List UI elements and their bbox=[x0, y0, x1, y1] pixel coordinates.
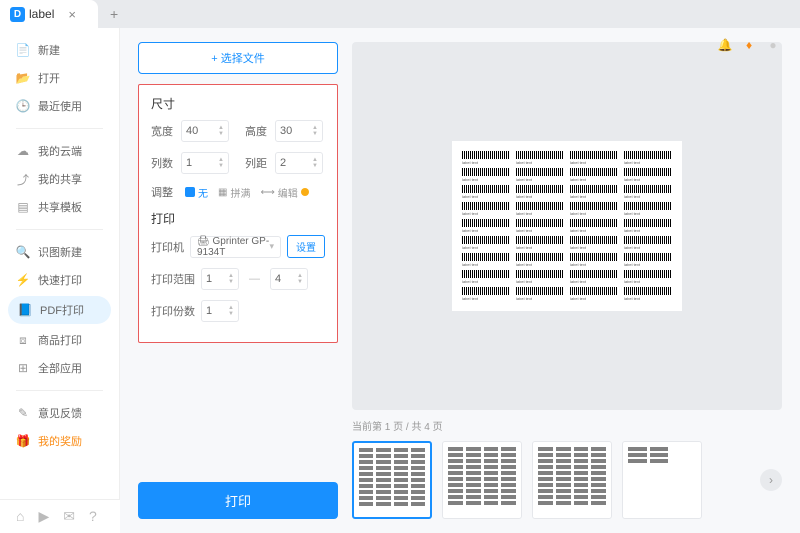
sidebar-item-recent[interactable]: 🕒最近使用 bbox=[0, 92, 119, 120]
copies-input[interactable]: 1▲▼ bbox=[201, 300, 239, 322]
select-file-button[interactable]: + 选择文件 bbox=[138, 42, 338, 74]
sidebar-item-templates[interactable]: ▤共享模板 bbox=[0, 193, 119, 221]
sidebar-item-scan-new[interactable]: 🔍识图新建 bbox=[0, 238, 119, 266]
print-button[interactable]: 打印 bbox=[138, 482, 338, 519]
width-label: 宽度 bbox=[151, 123, 175, 139]
thumbnail-4[interactable] bbox=[622, 441, 702, 519]
video-icon[interactable]: ▶ bbox=[38, 508, 49, 525]
preview-page: label textlabel textlabel textlabel text… bbox=[452, 141, 682, 311]
app-logo-icon: D bbox=[10, 7, 25, 22]
spinner-arrows-icon[interactable]: ▲▼ bbox=[228, 305, 234, 317]
range-from-input[interactable]: 1▲▼ bbox=[201, 268, 239, 290]
print-preview: label textlabel textlabel textlabel text… bbox=[352, 42, 782, 410]
gift-icon: 🎁 bbox=[16, 434, 30, 448]
thumbnail-2[interactable] bbox=[442, 441, 522, 519]
feedback-icon: ✎ bbox=[16, 406, 30, 420]
spinner-arrows-icon[interactable]: ▲▼ bbox=[218, 125, 224, 137]
sidebar: 📄新建 📂打开 🕒最近使用 ☁我的云端 ⤴我的共享 ▤共享模板 🔍识图新建 ⚡快… bbox=[0, 28, 120, 533]
home-icon[interactable]: ⌂ bbox=[16, 508, 24, 525]
checkbox-on-icon bbox=[185, 187, 195, 197]
thumbnail-1[interactable] bbox=[352, 441, 432, 519]
range-to-input[interactable]: 4▲▼ bbox=[270, 268, 308, 290]
clock-icon: 🕒 bbox=[16, 99, 30, 113]
fill-icon: ▦ bbox=[218, 187, 227, 198]
adjust-edit-option[interactable]: ⟷编辑 bbox=[260, 185, 308, 200]
range-dash: — bbox=[245, 273, 264, 285]
sidebar-item-rewards[interactable]: 🎁我的奖励 bbox=[0, 427, 119, 455]
copies-label: 打印份数 bbox=[151, 303, 195, 319]
hint-badge-icon bbox=[301, 188, 309, 196]
adjust-label: 调整 bbox=[151, 184, 175, 200]
printer-icon: 🖨 bbox=[197, 236, 210, 247]
settings-panel: 尺寸 宽度 40▲▼ 高度 30▲▼ 列数 1▲▼ 列距 2▲▼ 调整 无 ▦拼… bbox=[138, 84, 338, 343]
printer-label: 打印机 bbox=[151, 239, 184, 255]
spinner-arrows-icon[interactable]: ▲▼ bbox=[228, 273, 234, 285]
left-panel: + 选择文件 尺寸 宽度 40▲▼ 高度 30▲▼ 列数 1▲▼ 列距 2▲▼ … bbox=[138, 42, 338, 519]
app-name: label bbox=[29, 7, 54, 21]
spinner-arrows-icon[interactable]: ▲▼ bbox=[218, 157, 224, 169]
thumbnail-3[interactable] bbox=[532, 441, 612, 519]
bell-icon[interactable]: 🔔 bbox=[718, 38, 732, 52]
gap-label: 列距 bbox=[245, 155, 269, 171]
bottom-bar: ⌂ ▶ ✉ ? bbox=[0, 499, 120, 533]
page-thumbnails: › bbox=[352, 441, 782, 519]
spinner-arrows-icon[interactable]: ▲▼ bbox=[312, 157, 318, 169]
height-label: 高度 bbox=[245, 123, 269, 139]
spinner-arrows-icon[interactable]: ▲▼ bbox=[312, 125, 318, 137]
sidebar-item-feedback[interactable]: ✎意见反馈 bbox=[0, 399, 119, 427]
printer-settings-button[interactable]: 设置 bbox=[287, 235, 325, 258]
chevron-right-icon: › bbox=[769, 473, 773, 487]
sidebar-item-share[interactable]: ⤴我的共享 bbox=[0, 165, 119, 193]
range-label: 打印范围 bbox=[151, 271, 195, 287]
printer-select[interactable]: 🖨 Gprinter GP-9134T▾ bbox=[190, 236, 281, 258]
spinner-arrows-icon[interactable]: ▲▼ bbox=[297, 273, 303, 285]
folder-open-icon: 📂 bbox=[16, 71, 30, 85]
adjust-none-option[interactable]: 无 bbox=[185, 185, 208, 200]
tab-add-button[interactable]: + bbox=[98, 0, 130, 28]
sidebar-item-cloud[interactable]: ☁我的云端 bbox=[0, 137, 119, 165]
file-new-icon: 📄 bbox=[16, 43, 30, 57]
sidebar-item-new[interactable]: 📄新建 bbox=[0, 36, 119, 64]
sidebar-item-open[interactable]: 📂打开 bbox=[0, 64, 119, 92]
size-section-title: 尺寸 bbox=[151, 95, 325, 112]
header-icons: 🔔 ♦ ● bbox=[718, 38, 780, 52]
close-icon[interactable]: × bbox=[68, 7, 76, 22]
edit-icon: ⟷ bbox=[260, 187, 274, 198]
gap-input[interactable]: 2▲▼ bbox=[275, 152, 323, 174]
height-input[interactable]: 30▲▼ bbox=[275, 120, 323, 142]
pager-text: 当前第 1 页 / 共 4 页 bbox=[352, 418, 782, 433]
cols-label: 列数 bbox=[151, 155, 175, 171]
chevron-down-icon: ▾ bbox=[269, 241, 274, 252]
adjust-fill-option[interactable]: ▦拼满 bbox=[218, 185, 250, 200]
sidebar-item-pdf-print[interactable]: 📘PDF打印 bbox=[8, 296, 111, 324]
share-icon: ⤴ bbox=[16, 172, 30, 186]
next-page-button[interactable]: › bbox=[760, 469, 782, 491]
tab-bar: D label × + bbox=[0, 0, 800, 28]
template-icon: ▤ bbox=[16, 200, 30, 214]
sidebar-item-quick-print[interactable]: ⚡快速打印 bbox=[0, 266, 119, 294]
grid-icon: ⊞ bbox=[16, 361, 30, 375]
width-input[interactable]: 40▲▼ bbox=[181, 120, 229, 142]
sidebar-item-all-apps[interactable]: ⊞全部应用 bbox=[0, 354, 119, 382]
lightning-icon: ⚡ bbox=[16, 273, 30, 287]
mail-icon[interactable]: ✉ bbox=[63, 508, 75, 525]
cloud-icon: ☁ bbox=[16, 144, 30, 158]
crown-icon[interactable]: ♦ bbox=[742, 38, 756, 52]
print-section-title: 打印 bbox=[151, 210, 325, 227]
content-area: 🔔 ♦ ● + 选择文件 尺寸 宽度 40▲▼ 高度 30▲▼ 列数 1▲▼ 列… bbox=[120, 28, 800, 533]
pdf-icon: 📘 bbox=[18, 303, 32, 317]
right-panel: label textlabel textlabel textlabel text… bbox=[352, 42, 782, 519]
user-avatar-icon[interactable]: ● bbox=[766, 38, 780, 52]
barcode-icon: ⧈ bbox=[16, 333, 30, 347]
help-icon[interactable]: ? bbox=[89, 508, 97, 525]
scan-icon: 🔍 bbox=[16, 245, 30, 259]
tab-home[interactable]: D label × bbox=[0, 0, 98, 28]
sidebar-item-product-print[interactable]: ⧈商品打印 bbox=[0, 326, 119, 354]
cols-input[interactable]: 1▲▼ bbox=[181, 152, 229, 174]
